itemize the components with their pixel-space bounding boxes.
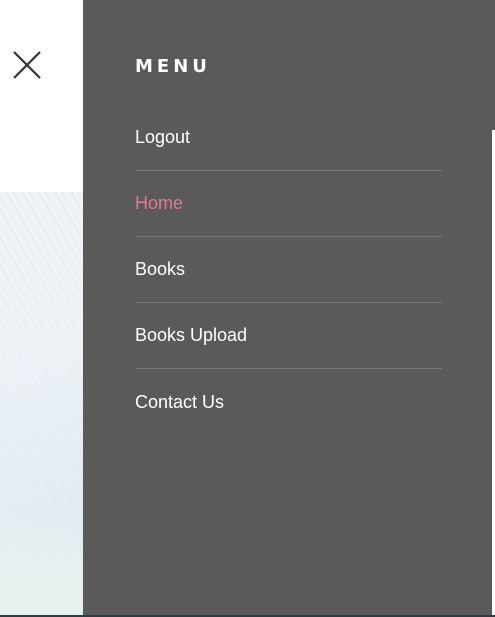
menu-item-logout[interactable]: Logout	[135, 105, 442, 171]
close-menu-button[interactable]	[10, 48, 44, 82]
menu-item-books-upload[interactable]: Books Upload	[135, 303, 442, 369]
menu-title: MENU	[135, 56, 211, 77]
menu-link-logout[interactable]: Logout	[135, 127, 190, 148]
menu-item-home[interactable]: Home	[135, 171, 442, 237]
hero-image	[0, 192, 83, 615]
close-icon	[13, 51, 41, 79]
menu-item-books[interactable]: Books	[135, 237, 442, 303]
menu-link-home[interactable]: Home	[135, 193, 183, 214]
side-menu-drawer: MENU Logout Home Books Books Upload Cont…	[83, 0, 492, 615]
menu-item-contact-us[interactable]: Contact Us	[135, 369, 442, 435]
menu-link-books[interactable]: Books	[135, 259, 185, 280]
menu-list: Logout Home Books Books Upload Contact U…	[135, 105, 442, 435]
menu-link-contact-us[interactable]: Contact Us	[135, 392, 224, 413]
menu-link-books-upload[interactable]: Books Upload	[135, 325, 247, 346]
